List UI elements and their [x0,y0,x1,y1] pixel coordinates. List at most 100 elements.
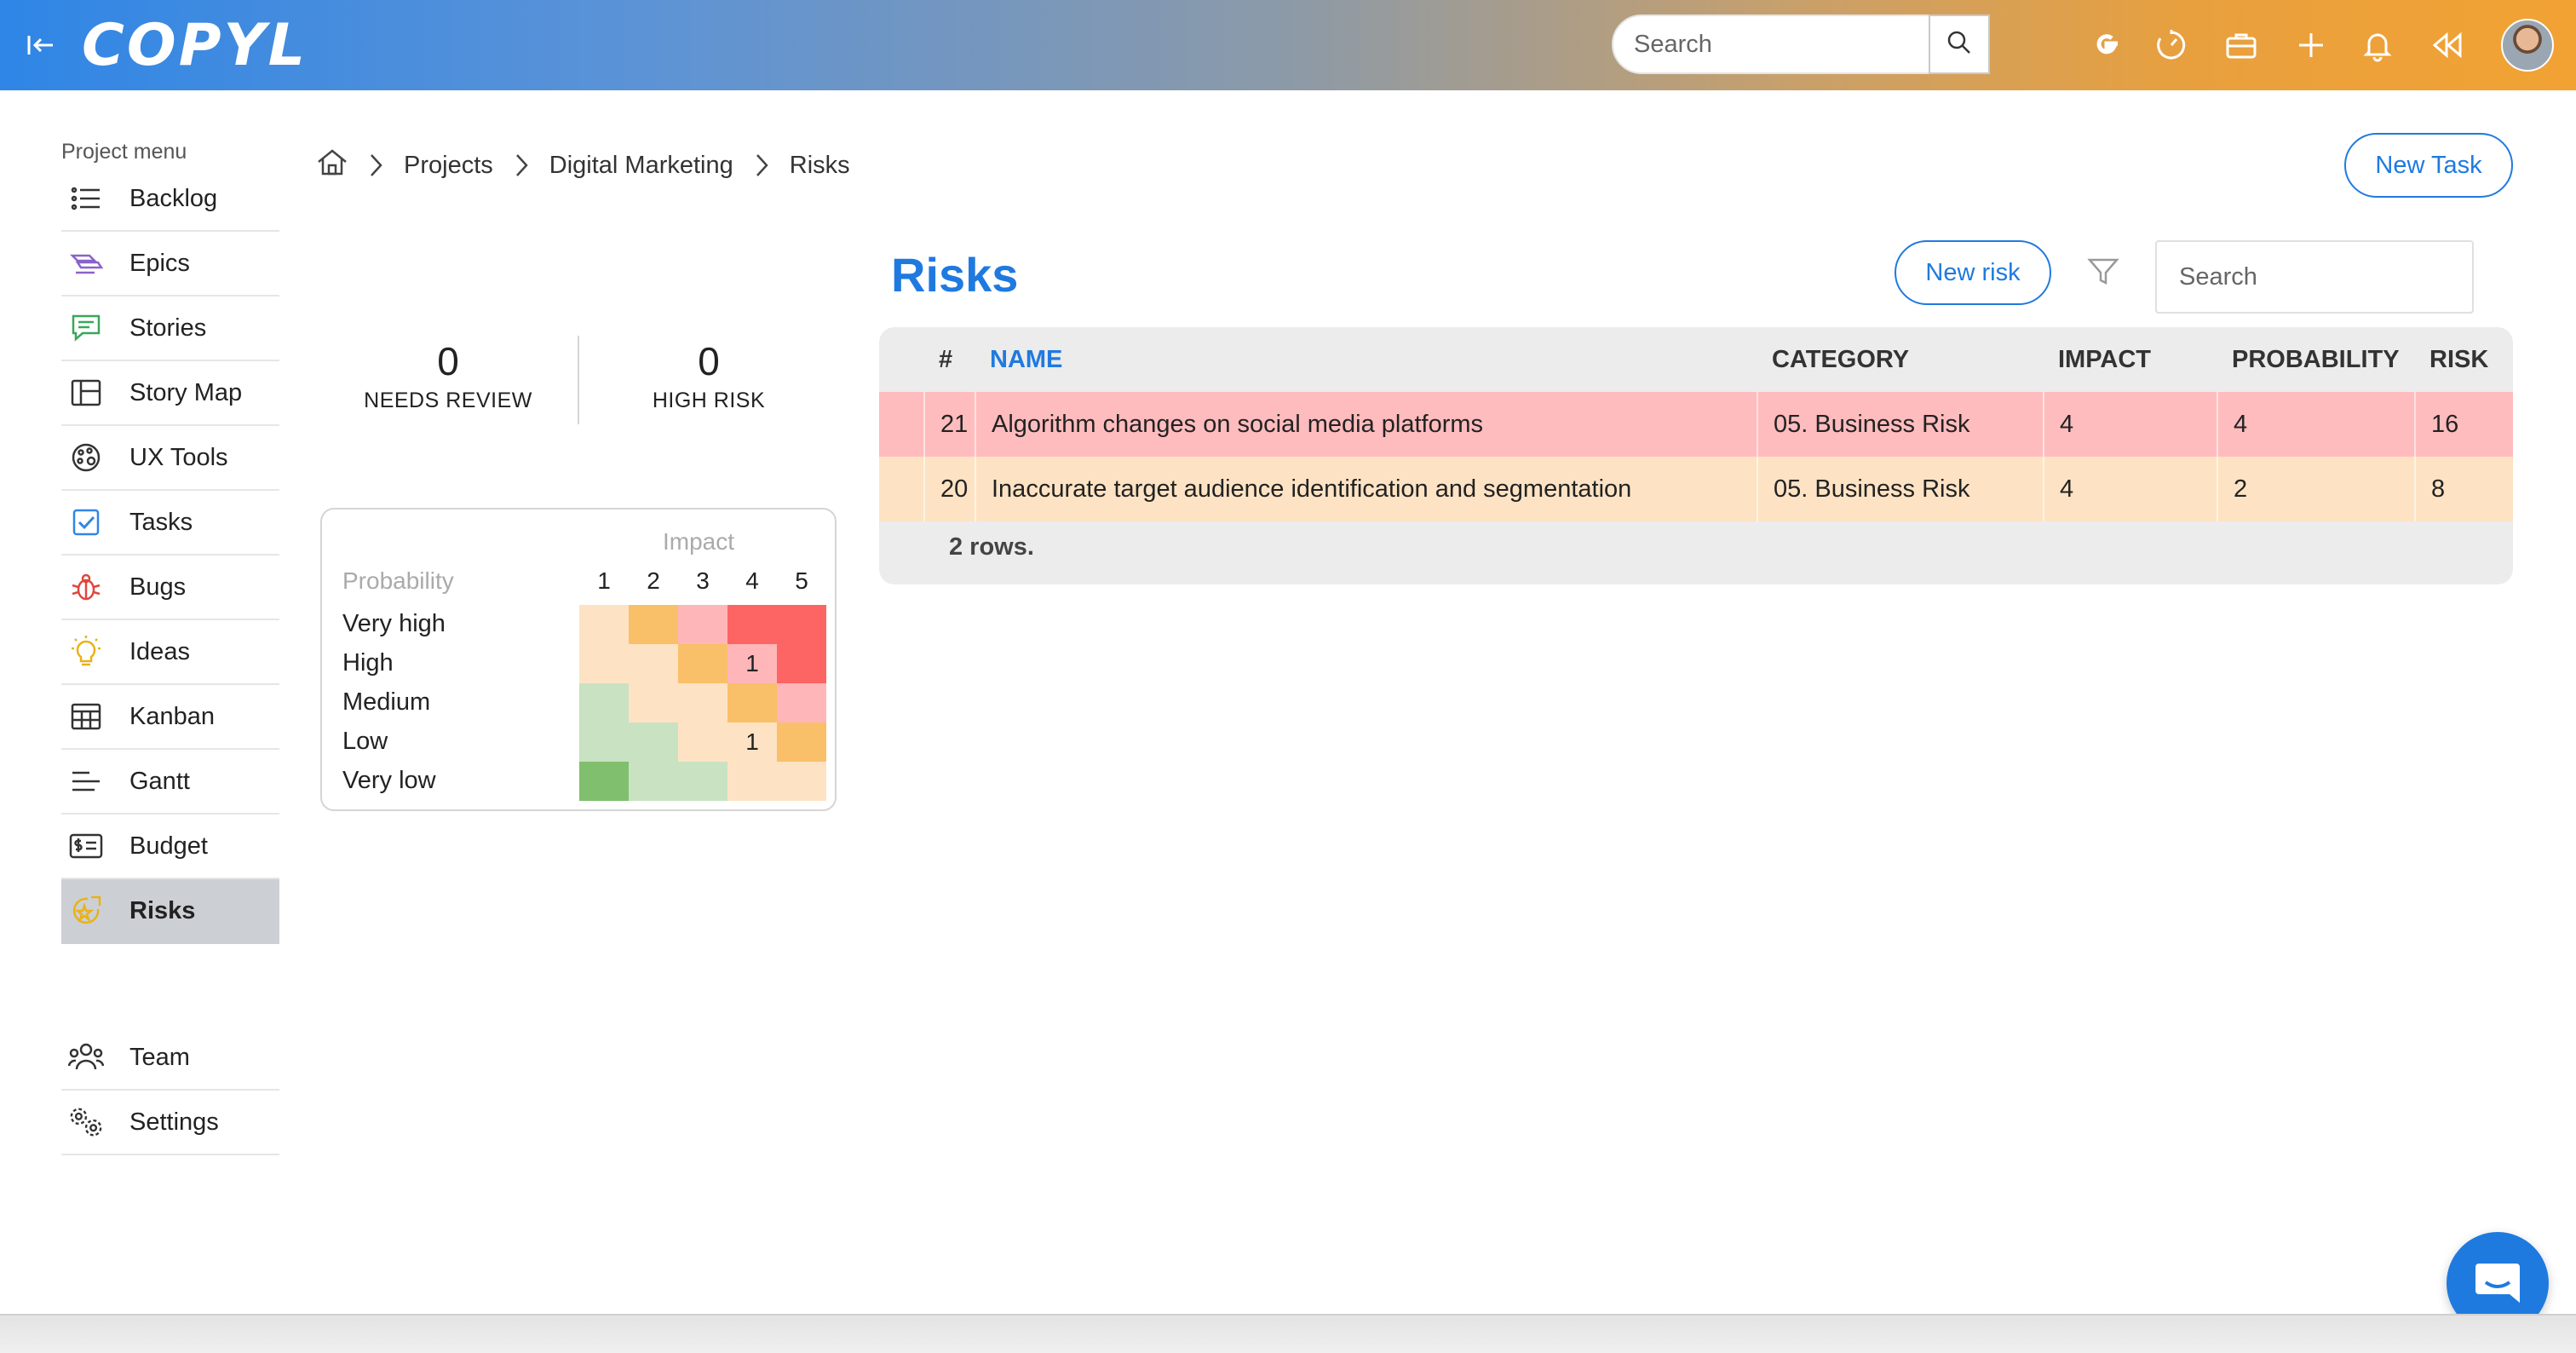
sidebar-item-epics[interactable]: Epics [61,232,279,297]
new-risk-button[interactable]: New risk [1895,240,2051,305]
page-title: Risks [891,248,1019,302]
risk-search-input[interactable] [2155,240,2474,314]
sidebar-item-stories[interactable]: Stories [61,297,279,361]
matrix-cell[interactable] [678,644,727,683]
matrix-cell[interactable] [678,762,727,801]
column-header-impact[interactable]: IMPACT [2043,327,2213,392]
sidebar-item-label: Settings [129,1108,219,1136]
sidebar-item-story-map[interactable]: Story Map [61,361,279,426]
plus-icon[interactable] [2291,26,2331,65]
kanban-icon [68,699,104,734]
sidebar-bottom-menu: Team Settings [61,1026,279,1155]
filter-icon[interactable] [2084,252,2123,291]
epics-icon [68,245,104,281]
cell-category: 05. Business Risk [1757,392,2043,457]
matrix-cell[interactable] [629,762,678,801]
risks-table: # NAME CATEGORY IMPACT PROBABILITY RISK … [879,327,2513,584]
matrix-cell[interactable] [579,644,629,683]
gantt-icon [68,763,104,799]
sidebar-item-label: Bugs [129,573,187,601]
breadcrumb-risks: Risks [789,151,850,179]
matrix-cell[interactable] [629,723,678,762]
matrix-cell[interactable] [579,605,629,644]
matrix-cell[interactable] [579,683,629,723]
needs-review-count: 0 [437,339,459,383]
cell-id: 21 [923,392,975,457]
settings-icon [68,1104,104,1140]
sidebar-item-label: Team [129,1043,190,1071]
cell-impact: 4 [2043,457,2217,521]
sidebar-item-gantt[interactable]: Gantt [61,750,279,815]
timer-icon[interactable] [2152,26,2191,65]
matrix-probability-level: High [342,649,394,676]
matrix-cell[interactable] [579,723,629,762]
matrix-cell[interactable] [777,683,826,723]
sidebar-item-label: Tasks [129,508,193,536]
matrix-cell[interactable] [629,644,678,683]
sidebar-item-bugs[interactable]: Bugs [61,556,279,620]
column-header-category[interactable]: CATEGORY [1757,327,2038,392]
matrix-cell[interactable] [777,762,826,801]
story-map-icon [68,375,104,411]
sidebar-item-budget[interactable]: Budget [61,815,279,879]
matrix-probability-label: Probability [342,567,454,594]
checkbox-icon [68,504,104,540]
sidebar-item-risks[interactable]: Risks [61,879,279,944]
high-risk-stat: 0 HIGH RISK [589,337,828,413]
sidebar-item-label: Stories [129,314,207,342]
chevron-right-icon [368,153,383,178]
cell-category: 05. Business Risk [1757,457,2043,521]
sidebar-item-ux-tools[interactable]: UX Tools [61,426,279,491]
table-row[interactable]: 20 Inaccurate target audience identificat… [879,457,2513,521]
matrix-cell[interactable] [777,605,826,644]
sidebar-item-kanban[interactable]: Kanban [61,685,279,750]
breadcrumb-projects[interactable]: Projects [404,152,493,180]
column-header-probability[interactable]: PROBABILITY [2217,327,2412,392]
breadcrumb-digital-marketing[interactable]: Digital Marketing [549,152,733,180]
matrix-cell[interactable] [629,605,678,644]
google-icon[interactable] [2087,26,2126,65]
matrix-cell[interactable] [777,644,826,683]
matrix-probability-level: Medium [342,688,431,716]
needs-review-label: NEEDS REVIEW [364,389,532,412]
high-risk-label: HIGH RISK [652,389,766,412]
matrix-impact-level: 2 [647,567,660,594]
bell-icon[interactable] [2358,26,2397,65]
table-header-row: # NAME CATEGORY IMPACT PROBABILITY RISK [879,327,2513,392]
logo[interactable]: COPYL [82,12,308,80]
sidebar-item-tasks[interactable]: Tasks [61,491,279,556]
matrix-cell[interactable] [727,762,777,801]
sidebar-item-settings[interactable]: Settings [61,1091,279,1155]
team-icon [68,1039,104,1075]
matrix-cell[interactable] [727,605,777,644]
column-header-name[interactable]: NAME [975,327,1656,392]
matrix-cell[interactable]: 1 [727,644,777,683]
sidebar-item-backlog[interactable]: Backlog [61,167,279,232]
sidebar-item-team[interactable]: Team [61,1026,279,1091]
avatar[interactable] [2501,19,2554,72]
column-header-risk[interactable]: RISK [2414,327,2513,392]
palette-icon [68,440,104,475]
matrix-cell[interactable]: 1 [727,723,777,762]
new-task-button[interactable]: New Task [2344,133,2513,198]
table-row[interactable]: 21 Algorithm changes on social media plat… [879,392,2513,457]
matrix-cell[interactable] [579,762,629,801]
matrix-cell[interactable] [678,605,727,644]
matrix-impact-level: 1 [597,567,611,594]
matrix-cell[interactable] [678,723,727,762]
cell-id: 20 [923,457,975,521]
rewind-icon[interactable] [2428,26,2467,65]
matrix-cell[interactable] [777,723,826,762]
project-menu-title: Project menu [61,140,187,164]
home-icon[interactable] [317,148,348,182]
chat-bubble-icon [68,310,104,346]
collapse-sidebar-icon[interactable] [20,26,61,65]
search-button[interactable] [1929,14,1990,74]
row-count: 2 rows. [949,533,1034,561]
matrix-cell[interactable] [727,683,777,723]
sidebar-item-ideas[interactable]: Ideas [61,620,279,685]
matrix-cell[interactable] [629,683,678,723]
matrix-probability-level: Very low [342,767,436,794]
matrix-cell[interactable] [678,683,727,723]
toolbox-icon[interactable] [2222,26,2261,65]
